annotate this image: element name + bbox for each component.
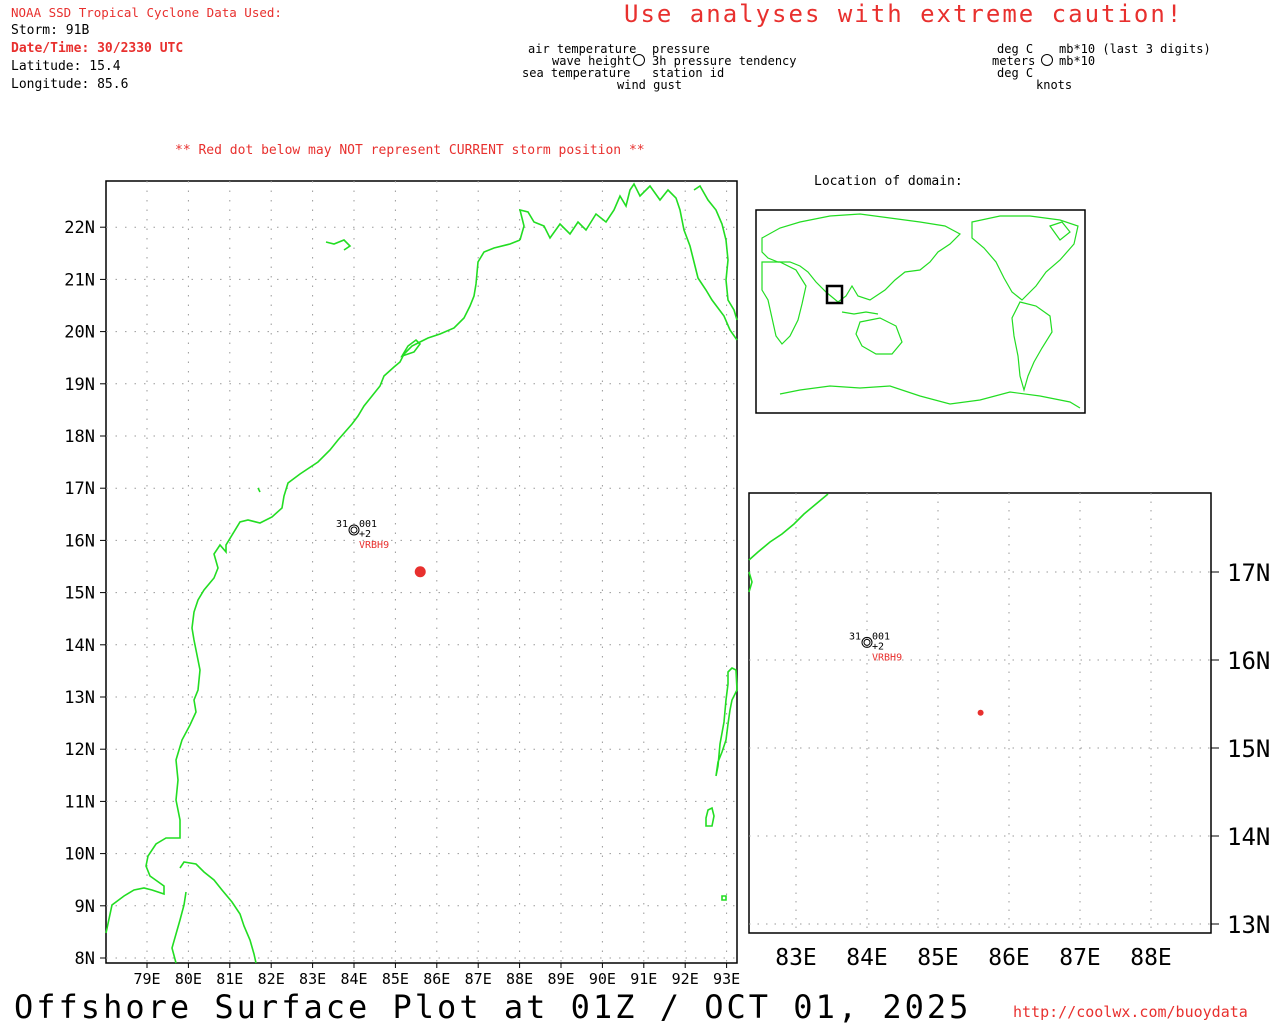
zoom-lon-label: 87E (1059, 945, 1101, 971)
inset-frame (755, 209, 1086, 414)
lon-label: 89E (547, 970, 574, 988)
zoom-lon-label: 84E (846, 945, 888, 971)
lon-label: 84E (340, 970, 367, 988)
inset-world-map (755, 209, 1086, 414)
lon-label: 86E (423, 970, 450, 988)
lat-label: 17N (64, 479, 95, 499)
zoom-lon-label: 86E (988, 945, 1030, 971)
lat-label: 20N (64, 323, 95, 343)
zoom-storm-position-dot[interactable] (977, 709, 984, 716)
lon-label: 90E (589, 970, 616, 988)
lat-label: 16N (64, 531, 95, 551)
lon-label: 88E (506, 970, 533, 988)
lat-label: 22N (64, 218, 95, 238)
storm-position-dot[interactable] (414, 566, 426, 578)
lat-label: 8N (75, 949, 95, 969)
lat-label: 12N (64, 740, 95, 760)
main-map[interactable]: 22N 21N 20N 19N 18N 17N 16N 15N 14N 13N 12N 11N 10N 9… (64, 180, 740, 988)
zoom-lon-label: 85E (917, 945, 959, 971)
lon-label: 92E (672, 970, 699, 988)
lat-label: 14N (64, 636, 95, 656)
zoom-lat-label: 14N (1227, 823, 1270, 851)
lat-label: 10N (64, 845, 95, 865)
lat-label: 11N (64, 792, 95, 812)
zoom-lon-label: 88E (1130, 945, 1172, 971)
lon-label: 93E (713, 970, 740, 988)
zoom-lat-labels: 17N 16N 15N 14N 13N (1227, 559, 1270, 939)
lat-label: 13N (64, 688, 95, 708)
zoom-lat-label: 17N (1227, 559, 1270, 587)
source-url-link[interactable]: http://coolwx.com/buoydata (1013, 1003, 1248, 1021)
lon-label: 81E (216, 970, 243, 988)
lon-label: 83E (299, 970, 326, 988)
station-air-temp: 31 (849, 631, 861, 642)
lon-label: 91E (630, 970, 657, 988)
station-id: VRBH9 (872, 652, 902, 663)
station-id: VRBH9 (359, 540, 389, 551)
station-tendency: +2 (359, 529, 371, 540)
zoom-lat-label: 16N (1227, 647, 1270, 675)
lon-label: 80E (175, 970, 202, 988)
plot-title: Offshore Surface Plot at 01Z / OCT 01, 2… (14, 988, 972, 1026)
lat-label: 21N (64, 270, 95, 290)
station-tendency: +2 (872, 641, 884, 652)
lon-label: 82E (258, 970, 285, 988)
lon-label: 79E (133, 970, 160, 988)
lat-label: 19N (64, 375, 95, 395)
zoom-map[interactable]: 17N16N15N14N13N 83E 84E 85E 86E 87E 88E 31 001… (748, 492, 1270, 971)
map-canvas: 22N 21N 20N 19N 18N 17N 16N 15N 14N 13N 12N 11N 10N 9… (64, 180, 1270, 988)
lat-label: 15N (64, 584, 95, 604)
zoom-lat-label: 13N (1227, 911, 1270, 939)
lon-label: 85E (382, 970, 409, 988)
main-lat-labels: 22N 21N 20N 19N 18N 17N 16N 15N 14N 13N 12N 11N 10N 9… (64, 218, 95, 969)
lon-label: 87E (465, 970, 492, 988)
lat-label: 18N (64, 427, 95, 447)
main-lon-labels: 79E 80E 81E 82E 83E 84E 85E 86E 87E 88E 89E 90E 91E 9… (133, 970, 740, 988)
station-air-temp: 31 (336, 519, 348, 530)
zoom-lon-labels: 83E 84E 85E 86E 87E 88E (775, 945, 1172, 971)
zoom-lon-label: 83E (775, 945, 817, 971)
zoom-lat-label: 15N (1227, 735, 1270, 763)
lat-label: 9N (75, 897, 95, 917)
